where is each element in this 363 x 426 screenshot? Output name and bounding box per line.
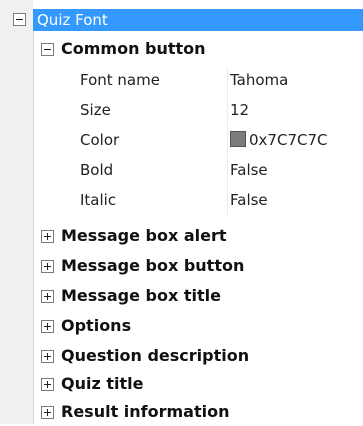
group-label: Common button bbox=[61, 39, 206, 58]
property-name: Font name bbox=[80, 71, 160, 89]
property-row-font-name[interactable]: Font name Tahoma bbox=[56, 67, 363, 95]
property-row-size[interactable]: Size 12 bbox=[56, 97, 363, 125]
group-common-button[interactable]: Common button bbox=[33, 35, 363, 63]
tree-node-quiz-font[interactable]: Quiz Font bbox=[33, 9, 363, 31]
expand-group-toggle-icon[interactable] bbox=[41, 350, 54, 363]
group-label: Result information bbox=[61, 402, 230, 421]
expand-group-toggle-icon[interactable] bbox=[41, 406, 54, 419]
expand-group-toggle-icon[interactable] bbox=[41, 230, 54, 243]
group-result-information[interactable]: Result information bbox=[33, 398, 363, 426]
group-message-box-alert[interactable]: Message box alert bbox=[33, 222, 363, 250]
color-hex-value: 0x7C7C7C bbox=[249, 131, 328, 149]
group-label: Options bbox=[61, 316, 132, 335]
property-value-color[interactable]: 0x7C7C7C bbox=[230, 131, 327, 149]
expand-group-toggle-icon[interactable] bbox=[41, 290, 54, 303]
property-value[interactable]: False bbox=[230, 161, 268, 179]
property-row-italic[interactable]: Italic False bbox=[56, 187, 363, 215]
property-value[interactable]: 12 bbox=[230, 101, 249, 119]
expand-group-toggle-icon[interactable] bbox=[41, 320, 54, 333]
group-label: Question description bbox=[61, 346, 250, 365]
group-label: Message box alert bbox=[61, 226, 227, 245]
expand-group-toggle-icon[interactable] bbox=[41, 260, 54, 273]
group-label: Message box button bbox=[61, 256, 245, 275]
collapse-group-toggle-icon[interactable] bbox=[41, 43, 54, 56]
property-row-bold[interactable]: Bold False bbox=[56, 157, 363, 185]
property-name: Size bbox=[80, 101, 111, 119]
group-options[interactable]: Options bbox=[33, 312, 363, 340]
group-message-box-title[interactable]: Message box title bbox=[33, 282, 363, 310]
property-value[interactable]: False bbox=[230, 191, 268, 209]
property-name: Italic bbox=[80, 191, 117, 209]
group-message-box-button[interactable]: Message box button bbox=[33, 252, 363, 280]
group-question-description[interactable]: Question description bbox=[33, 342, 363, 370]
tree-gutter bbox=[0, 0, 33, 424]
group-quiz-title[interactable]: Quiz title bbox=[33, 370, 363, 398]
expand-group-toggle-icon[interactable] bbox=[41, 378, 54, 391]
property-name: Bold bbox=[80, 161, 114, 179]
property-name: Color bbox=[80, 131, 120, 149]
root-node-label: Quiz Font bbox=[37, 11, 108, 29]
group-label: Message box title bbox=[61, 286, 221, 305]
property-row-color[interactable]: Color 0x7C7C7C bbox=[56, 127, 363, 155]
color-swatch-icon[interactable] bbox=[230, 131, 246, 147]
collapse-root-toggle-icon[interactable] bbox=[13, 13, 26, 26]
property-value[interactable]: Tahoma bbox=[230, 71, 288, 89]
group-label: Quiz title bbox=[61, 374, 144, 393]
